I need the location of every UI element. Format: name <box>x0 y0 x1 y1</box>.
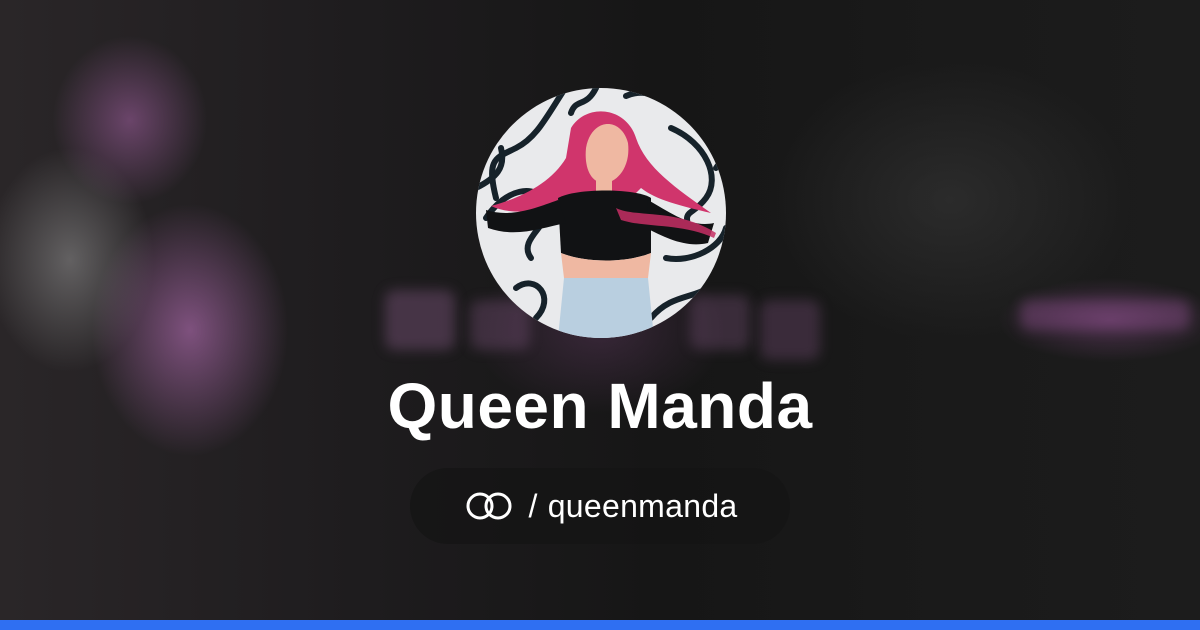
background-blur-block <box>1020 300 1190 330</box>
avatar-image <box>476 88 726 338</box>
background-blur-block <box>690 295 750 350</box>
background-blur-block <box>385 290 455 350</box>
linked-rings-icon <box>466 492 512 520</box>
profile-name: Queen Manda <box>387 370 813 442</box>
accent-bar <box>0 620 1200 630</box>
background-blur-block <box>760 300 820 360</box>
profile-link-pill[interactable]: / queenmanda <box>410 468 790 544</box>
link-separator: / <box>528 488 538 524</box>
avatar[interactable] <box>476 88 726 338</box>
profile-username: queenmanda <box>547 488 738 524</box>
